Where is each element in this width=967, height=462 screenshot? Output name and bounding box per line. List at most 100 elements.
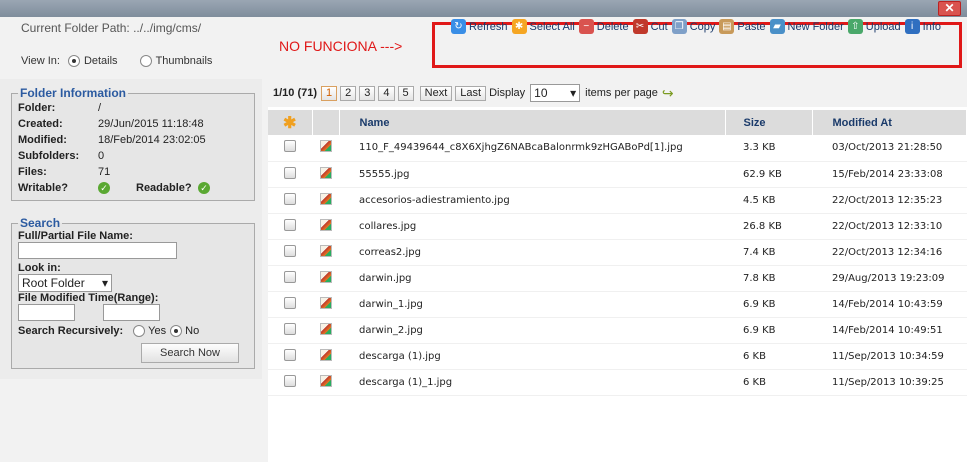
title-bar: ✕ (0, 0, 967, 17)
table-row[interactable]: darwin.jpg 7.8 KB 29/Aug/2013 19:23:09 (268, 265, 967, 292)
delete-button[interactable]: − Delete (578, 19, 629, 34)
look-in-select[interactable]: Root Folder ▾ (18, 274, 112, 292)
page-1-button[interactable]: 1 (321, 85, 338, 101)
cut-button[interactable]: ✂ Cut (632, 19, 668, 34)
image-file-icon[interactable] (319, 348, 332, 361)
file-name[interactable]: descarga (1)_1.jpg (339, 369, 725, 396)
go-arrow-icon[interactable]: ↪ (662, 85, 674, 102)
upload-button[interactable]: ⇧ Upload (847, 19, 901, 34)
current-folder-path: Current Folder Path: ../../img/cms/ (21, 21, 201, 35)
cut-icon: ✂ (632, 19, 648, 34)
toolbar-label: Info (922, 20, 941, 33)
file-name[interactable]: 110_F_49439644_c8X6XjhgZ6NABcaBalonrmk9z… (339, 135, 725, 162)
select-all-header[interactable]: ✱ (268, 110, 313, 135)
view-details-radio[interactable] (67, 55, 80, 67)
table-row[interactable]: descarga (1)_1.jpg 6 KB 11/Sep/2013 10:39:… (268, 369, 967, 396)
file-modified: 11/Sep/2013 10:39:25 (812, 369, 967, 396)
refresh-button[interactable]: ↻ Refresh (451, 19, 508, 34)
table-row[interactable]: 110_F_49439644_c8X6XjhgZ6NABcaBalonrmk9z… (268, 135, 967, 162)
file-name[interactable]: darwin.jpg (339, 265, 725, 292)
table-row[interactable]: correas2.jpg 7.4 KB 22/Oct/2013 12:34:16 (268, 239, 967, 266)
paste-button[interactable]: ▤ Paste (719, 19, 766, 34)
toolbar-label: New Folder (787, 20, 844, 33)
file-name[interactable]: 55555.jpg (339, 161, 725, 188)
image-file-icon[interactable] (319, 270, 332, 283)
row-select-cell (268, 343, 312, 370)
select-all-button[interactable]: ✱ Select All (511, 19, 575, 34)
row-select-cell (268, 135, 312, 162)
view-details-label: Details (83, 55, 118, 67)
recursive-no-radio[interactable] (170, 325, 183, 337)
search-panel: Search Full/Partial File Name: Look in: … (11, 216, 255, 369)
modified-to-input[interactable] (103, 304, 160, 321)
file-name-input[interactable] (18, 242, 177, 259)
file-name[interactable]: descarga (1).jpg (339, 343, 725, 370)
copy-button[interactable]: ❐ Copy (671, 19, 716, 34)
info-button[interactable]: i Info (904, 19, 941, 34)
per-page-label: items per page (585, 87, 658, 99)
size-column-header[interactable]: Size (725, 110, 813, 135)
row-checkbox[interactable] (284, 140, 296, 153)
table-row[interactable]: descarga (1).jpg 6 KB 11/Sep/2013 10:34:59 (268, 343, 967, 370)
table-header-row: ✱ Name Size Modified At (268, 110, 967, 135)
page-4-button[interactable]: 4 (378, 85, 395, 101)
new-folder-button[interactable]: ▰ New Folder (769, 19, 844, 34)
close-button[interactable]: ✕ (938, 1, 961, 16)
row-icon-cell (312, 135, 339, 162)
table-row[interactable]: 55555.jpg 62.9 KB 15/Feb/2014 23:33:08 (268, 161, 967, 188)
recursive-yes-radio[interactable] (133, 325, 146, 337)
row-checkbox[interactable] (284, 244, 296, 257)
row-checkbox[interactable] (284, 218, 296, 231)
recursive-label: Search Recursively: (18, 325, 124, 337)
file-name[interactable]: darwin_2.jpg (339, 317, 725, 344)
writable-label: Writable? (18, 182, 68, 194)
name-column-header[interactable]: Name (339, 110, 726, 135)
image-file-icon[interactable] (319, 296, 332, 309)
search-now-button[interactable]: Search Now (141, 343, 239, 363)
table-row[interactable]: accesorios-adiestramiento.jpg 4.5 KB 22/Oc… (268, 187, 967, 214)
items-per-page-select[interactable]: 10 ▾ (530, 84, 581, 102)
file-modified: 15/Feb/2014 23:33:08 (812, 161, 967, 188)
table-row[interactable]: darwin_2.jpg 6.9 KB 14/Feb/2014 10:49:51 (268, 317, 967, 344)
row-checkbox[interactable] (284, 322, 296, 335)
row-checkbox[interactable] (284, 374, 296, 387)
created-label: Created: (18, 118, 63, 130)
file-modified: 14/Feb/2014 10:49:51 (812, 317, 967, 344)
file-table: ✱ Name Size Modified At 110_F_49439644_c… (268, 110, 967, 396)
items-per-page-value: 10 (534, 86, 548, 100)
page-3-button[interactable]: 3 (359, 85, 376, 101)
modified-column-header[interactable]: Modified At (812, 110, 967, 135)
row-select-cell (268, 161, 312, 188)
image-file-icon[interactable] (319, 374, 332, 387)
page-2-button[interactable]: 2 (340, 85, 357, 101)
file-name[interactable]: collares.jpg (339, 213, 725, 240)
page-5-button[interactable]: 5 (397, 85, 414, 101)
row-checkbox[interactable] (284, 192, 296, 205)
file-name[interactable]: accesorios-adiestramiento.jpg (339, 187, 725, 214)
file-size: 6 KB (725, 343, 812, 370)
view-thumbnails-radio[interactable] (139, 55, 152, 67)
image-file-icon[interactable] (319, 166, 332, 179)
image-file-icon[interactable] (319, 192, 332, 205)
last-page-button[interactable]: Last (455, 85, 487, 101)
file-name[interactable]: darwin_1.jpg (339, 291, 725, 318)
table-row[interactable]: darwin_1.jpg 6.9 KB 14/Feb/2014 10:43:59 (268, 291, 967, 318)
row-icon-cell (312, 239, 339, 266)
modified-from-input[interactable] (18, 304, 75, 321)
table-row[interactable]: collares.jpg 26.8 KB 22/Oct/2013 12:33:10 (268, 213, 967, 240)
image-file-icon[interactable] (319, 218, 332, 231)
file-list-panel: 1/10 (71) 12345 Next Last Display 10 ▾ it… (268, 79, 967, 462)
next-page-button[interactable]: Next (419, 85, 453, 101)
readable-label: Readable? (136, 182, 192, 194)
file-modified: 11/Sep/2013 10:34:59 (812, 343, 967, 370)
row-checkbox[interactable] (284, 166, 296, 179)
toolbar-label: Copy (689, 20, 716, 33)
image-file-icon[interactable] (319, 322, 332, 335)
row-checkbox[interactable] (284, 348, 296, 361)
image-file-icon[interactable] (319, 244, 332, 257)
image-file-icon[interactable] (319, 140, 332, 153)
file-name[interactable]: correas2.jpg (339, 239, 725, 266)
row-checkbox[interactable] (284, 270, 296, 283)
row-checkbox[interactable] (284, 296, 296, 309)
row-select-cell (268, 317, 312, 344)
